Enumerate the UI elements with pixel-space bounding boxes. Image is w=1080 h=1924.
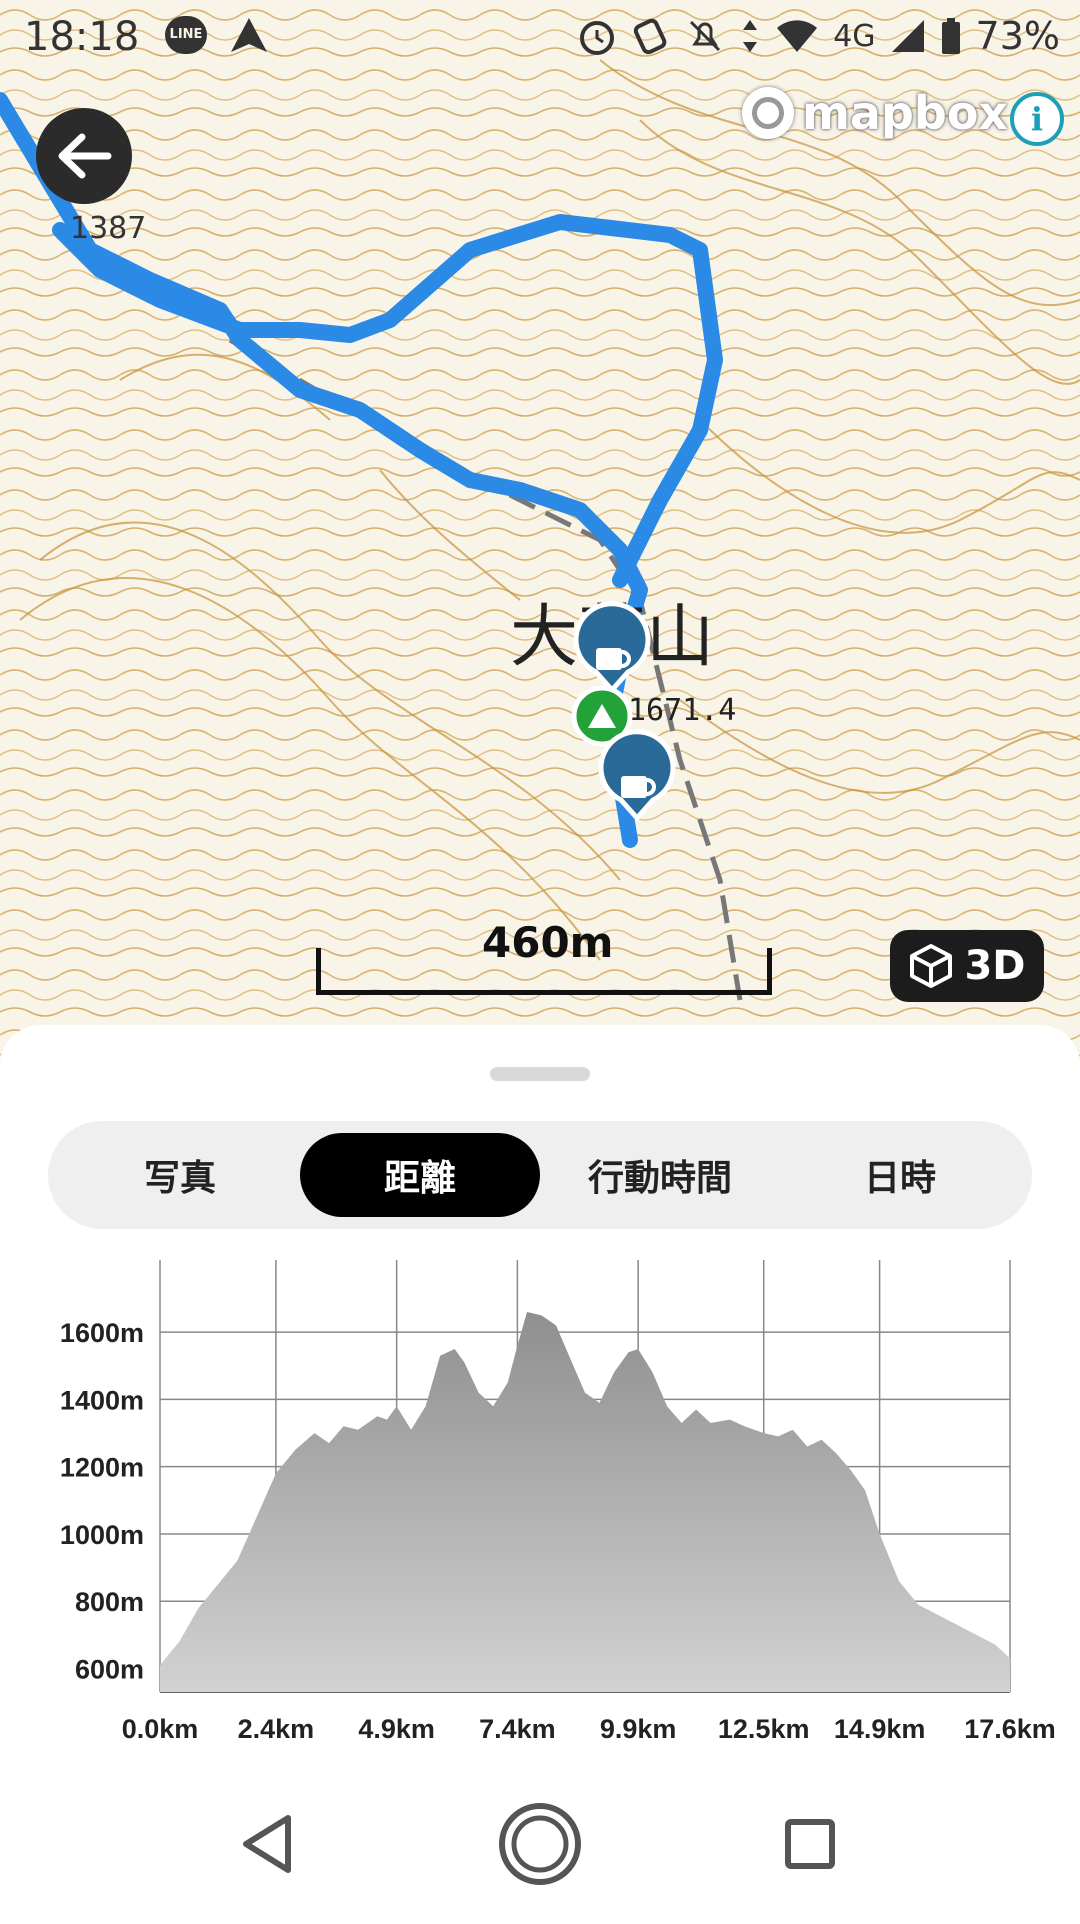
alarm-icon	[580, 21, 615, 55]
scale-bar	[316, 948, 772, 995]
y-tick-label: 1000m	[60, 1520, 144, 1550]
x-tick-label: 17.6km	[964, 1714, 1056, 1744]
status-time: 18:18	[24, 14, 140, 60]
wifi-icon	[777, 20, 818, 52]
back-nav-icon[interactable]	[243, 1815, 291, 1873]
cube-icon	[910, 944, 953, 988]
x-tick-label: 7.4km	[479, 1714, 556, 1744]
x-tick-label: 12.5km	[718, 1714, 810, 1744]
elevation-mark-label: 1671.4	[628, 693, 736, 728]
mapbox-logo: mapbox	[742, 86, 1008, 140]
line-app-icon: LINE	[165, 16, 207, 54]
mapbox-mark-icon	[742, 87, 794, 139]
nfc-icon	[634, 18, 667, 55]
map-canvas[interactable]: 1387 大菩山 1671.4	[0, 0, 1080, 1060]
tab-datetime[interactable]: 日時	[780, 1133, 1020, 1217]
system-nav-bar	[0, 1770, 1080, 1920]
battery-percent: 73%	[975, 14, 1060, 58]
drag-handle[interactable]	[490, 1067, 590, 1081]
x-tick-label: 4.9km	[358, 1714, 435, 1744]
tab-distance[interactable]: 距離	[300, 1133, 540, 1217]
y-axis-ticks: 600m 800m 1000m 1200m 1400m 1600m	[60, 1318, 144, 1684]
back-button[interactable]	[36, 108, 132, 204]
battery-icon	[941, 18, 960, 54]
nav-icons	[243, 1803, 835, 1885]
y-tick-label: 800m	[75, 1587, 144, 1617]
x-tick-label: 14.9km	[834, 1714, 926, 1744]
status-left-icons: LINE	[165, 16, 269, 54]
status-right-icons: 4G 73%	[577, 14, 1060, 58]
x-tick-label: 9.9km	[600, 1714, 677, 1744]
elevation-chart[interactable]: 600m 800m 1000m 1200m 1400m 1600m 0.0km 2.4km 4…	[0, 1260, 1080, 1760]
network-type: 4G	[833, 18, 876, 54]
y-tick-label: 1600m	[60, 1318, 144, 1348]
recents-nav-icon[interactable]	[785, 1819, 835, 1869]
mapbox-attribution: mapbox	[802, 86, 1009, 140]
home-nav-icon[interactable]	[499, 1803, 581, 1885]
x-tick-label: 2.4km	[238, 1714, 315, 1744]
3d-label: 3D	[964, 943, 1026, 989]
y-tick-label: 600m	[75, 1654, 144, 1684]
tab-photos[interactable]: 写真	[60, 1133, 300, 1217]
y-tick-label: 1200m	[60, 1453, 144, 1483]
y-tick-label: 1400m	[60, 1385, 144, 1415]
navigation-icon	[231, 18, 267, 52]
elevation-area	[160, 1312, 1010, 1692]
x-tick-label: 0.0km	[122, 1714, 199, 1744]
x-axis-ticks: 0.0km 2.4km 4.9km 7.4km 9.9km 12.5km 14.9km 17.…	[122, 1714, 1056, 1744]
status-bar: 18:18 LINE 4G 73%	[0, 0, 1080, 80]
info-button[interactable]: i	[1010, 92, 1064, 146]
arrow-left-icon	[58, 133, 112, 179]
spot-height-label: 1387	[70, 211, 146, 246]
mute-icon	[690, 20, 721, 52]
3d-view-button[interactable]: 3D	[890, 930, 1044, 1002]
map-view[interactable]: 1387 大菩山 1671.4 18:18 LINE	[0, 0, 1080, 1060]
tab-activity-time[interactable]: 行動時間	[540, 1133, 780, 1217]
tab-bar: 写真 距離 行動時間 日時	[48, 1121, 1032, 1229]
data-arrows-icon	[743, 20, 758, 52]
signal-icon	[891, 20, 924, 52]
